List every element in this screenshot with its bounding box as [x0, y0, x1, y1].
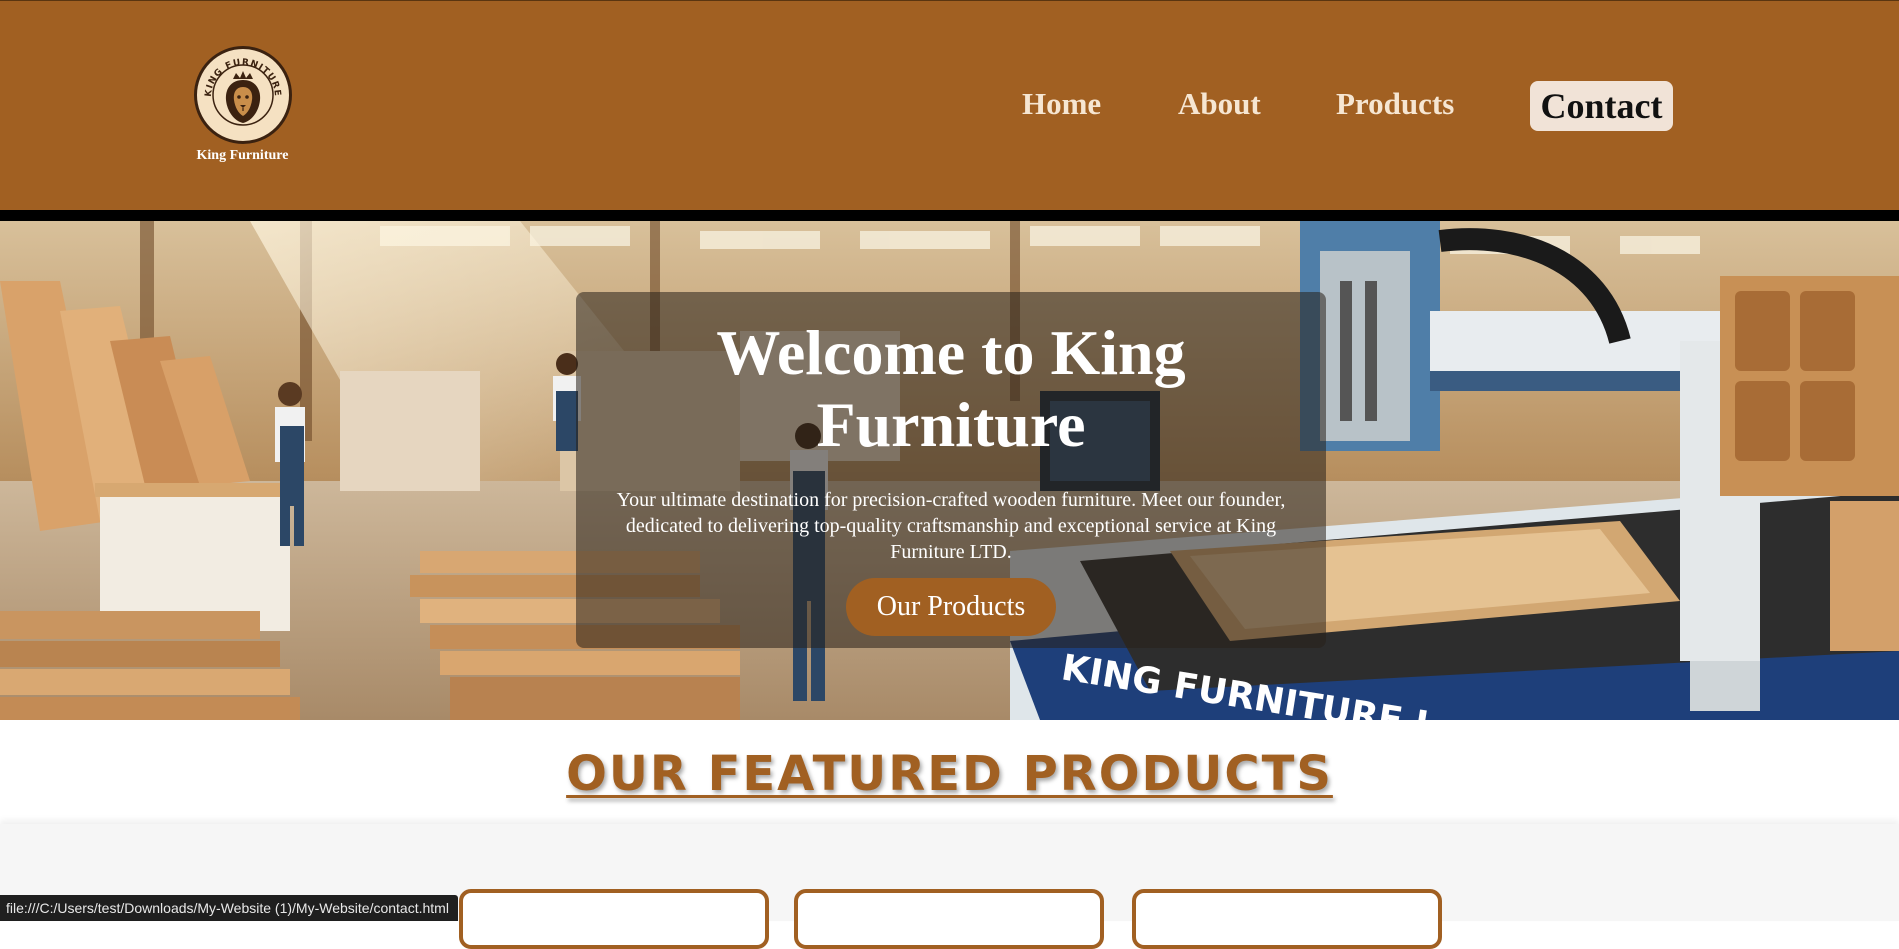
nav-products-link[interactable]: Products	[1336, 79, 1454, 129]
main-nav: Home About Products Contact	[0, 79, 1899, 133]
hero-title: Welcome to King Furniture	[716, 317, 1186, 460]
header-divider	[0, 210, 1899, 221]
product-card[interactable]	[459, 889, 769, 949]
our-products-button[interactable]: Our Products	[846, 578, 1056, 636]
nav-contact-link[interactable]: Contact	[1530, 81, 1673, 131]
hero-description: Your ultimate destination for precision-…	[616, 489, 1286, 563]
product-card[interactable]	[1132, 889, 1442, 949]
product-card[interactable]	[794, 889, 1104, 949]
featured-products-heading: OUR FEATURED PRODUCTS	[566, 746, 1333, 802]
link-preview-statusbar: file:///C:/Users/test/Downloads/My-Websi…	[0, 895, 458, 921]
hero-section: KING FURNITURE L Welcome to King Furnitu…	[0, 221, 1899, 720]
brand-name: King Furniture	[196, 148, 289, 163]
nav-home-link[interactable]: Home	[1022, 79, 1101, 129]
nav-about-link[interactable]: About	[1178, 79, 1261, 129]
site-header: KING FURNITURE King Furniture Home About…	[0, 0, 1899, 210]
